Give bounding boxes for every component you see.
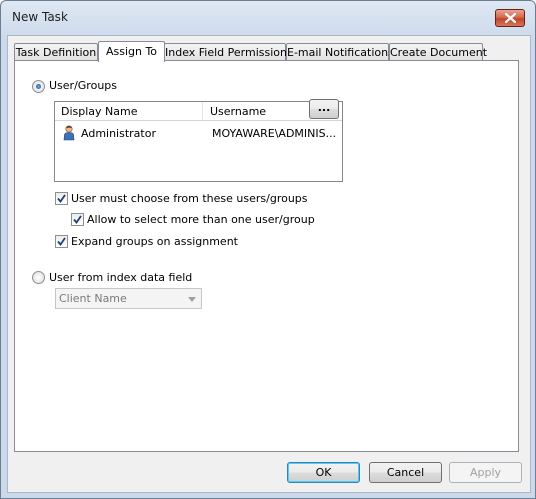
checkmark-icon [57,237,66,246]
list-item[interactable]: Administrator MOYAWARE\ADMINIS... [55,125,342,143]
close-icon [505,13,516,23]
user-groups-radio[interactable] [32,80,45,93]
tab-assign-to[interactable]: Assign To [98,41,165,62]
apply-button[interactable]: Apply [449,462,522,483]
tab-label: Assign To [105,45,158,58]
close-button[interactable] [495,9,525,27]
new-task-dialog: New Task Task Definition Assign To Index… [0,0,536,499]
tab-index-field-permissions[interactable]: Index Field Permissions [164,43,293,60]
expand-groups-checkbox[interactable] [55,235,68,248]
allow-multiple-label: Allow to select more than one user/group [87,213,315,226]
allow-multiple-checkbox[interactable] [71,213,84,226]
user-icon [63,125,75,144]
user-groups-label: User/Groups [49,79,117,92]
column-username[interactable]: Username [210,105,266,118]
index-field-radio[interactable] [32,271,45,284]
assign-to-panel: User/Groups Display Name Username Admini… [14,60,519,452]
column-divider[interactable] [202,102,203,120]
title-bar[interactable]: New Task [1,1,535,35]
dialog-client-area: Task Definition Assign To Index Field Pe… [7,35,531,493]
checkmark-icon [73,215,82,224]
column-display-name[interactable]: Display Name [61,105,138,118]
ok-button[interactable]: OK [287,462,360,483]
tab-create-document[interactable]: Create Document [389,43,487,60]
tab-label: Task Definition [15,46,97,59]
browse-users-button[interactable]: ... [309,99,339,119]
expand-groups-label: Expand groups on assignment [71,235,238,248]
username-cell: MOYAWARE\ADMINIS... [212,127,337,140]
tab-label: Index Field Permissions [165,46,293,59]
checkmark-icon [57,194,66,203]
must-choose-label: User must choose from these users/groups [71,192,308,205]
tab-label: E-mail Notifications [287,46,394,59]
tab-label: Create Document [390,46,488,59]
must-choose-checkbox[interactable] [55,192,68,205]
chevron-down-icon [188,297,196,302]
index-field-dropdown[interactable]: Client Name [55,288,202,309]
list-header: Display Name Username [55,102,342,121]
dropdown-value: Client Name [59,292,127,305]
window-title: New Task [12,10,68,24]
cancel-button[interactable]: Cancel [369,462,442,483]
index-field-label: User from index data field [49,271,193,284]
tab-email-notifications[interactable]: E-mail Notifications [286,43,394,60]
users-list[interactable]: Display Name Username Administrator MOYA… [54,101,343,182]
tab-task-definition[interactable]: Task Definition [14,43,98,60]
display-name-cell: Administrator [81,127,156,140]
